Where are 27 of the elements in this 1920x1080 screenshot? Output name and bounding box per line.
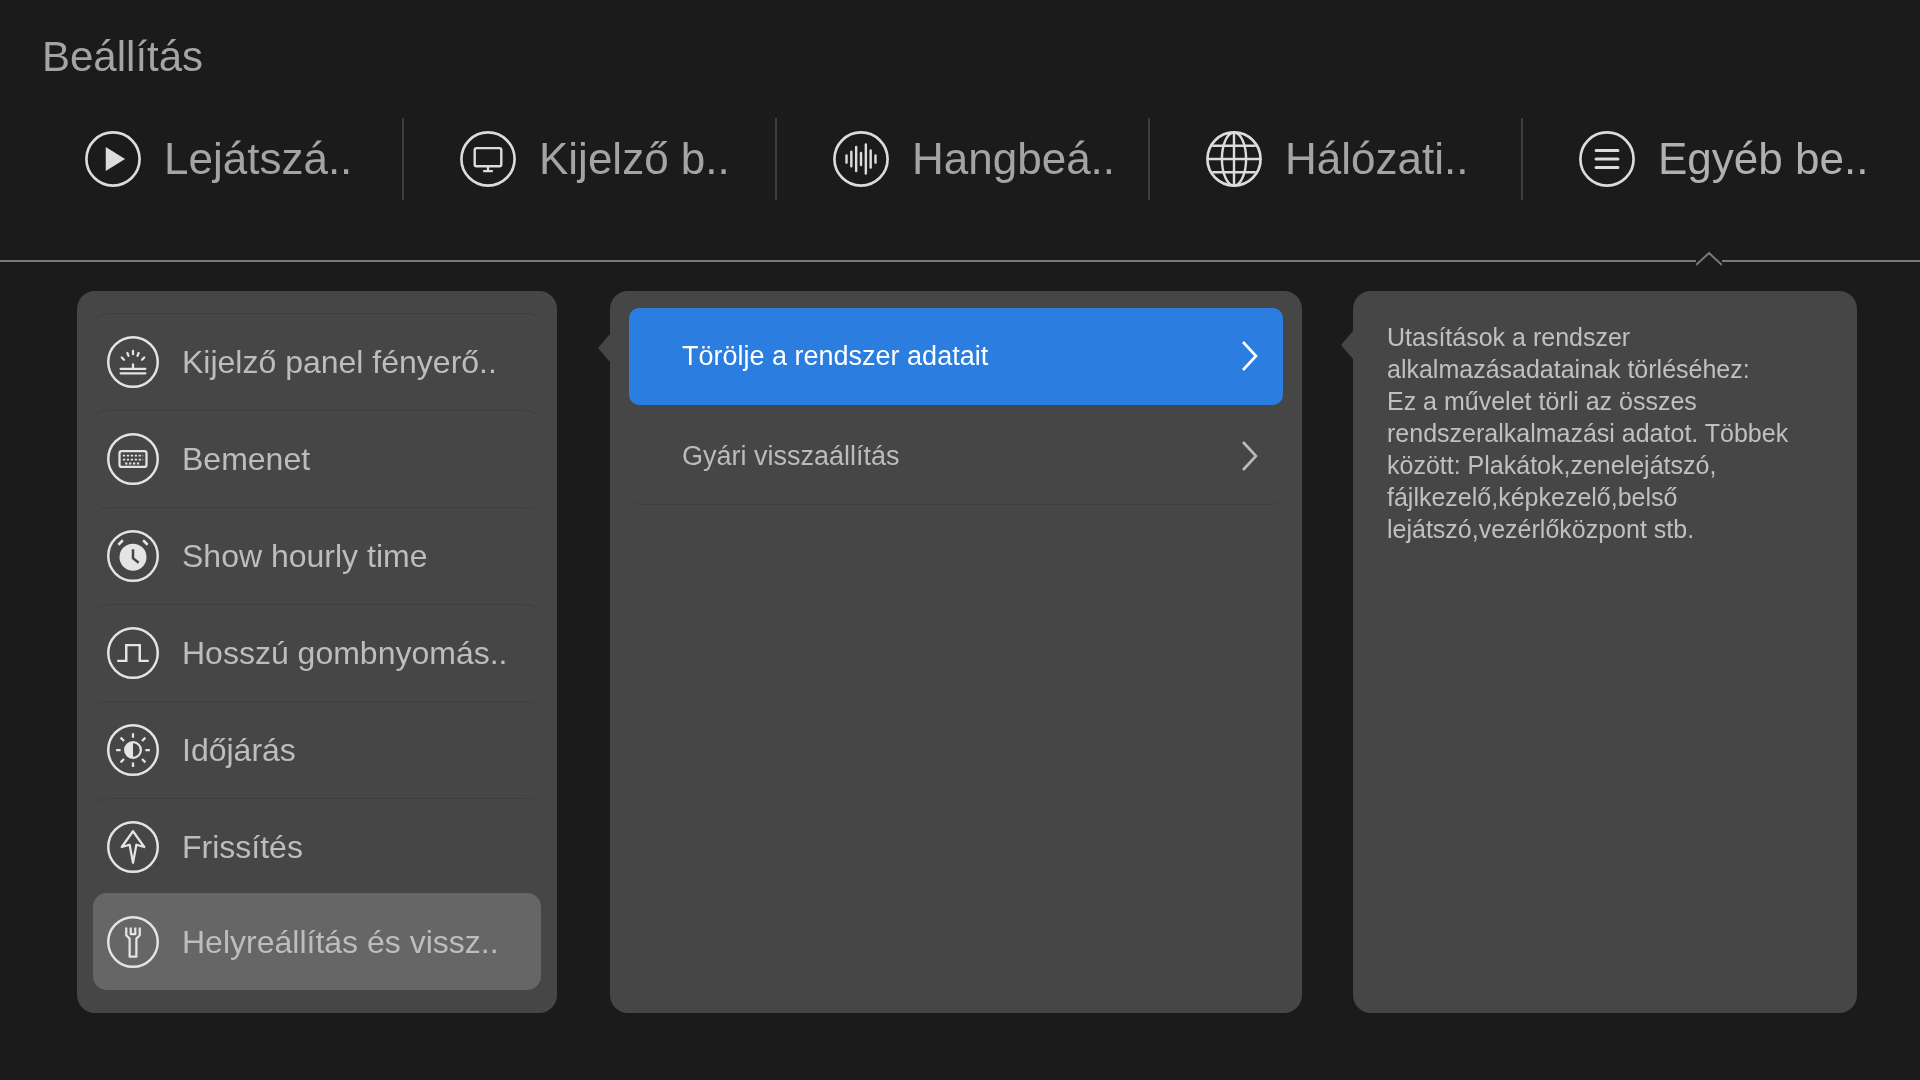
sound-wave-icon (832, 130, 890, 188)
sidebar-item[interactable]: Időjárás (93, 701, 541, 798)
category-tab[interactable]: Lejátszá.. (29, 118, 402, 200)
sidebar-item[interactable]: Hosszú gombnyomás.. (93, 604, 541, 701)
wrench-icon (106, 915, 160, 969)
category-tab[interactable]: Egyéb be.. (1521, 118, 1894, 200)
brightness-icon (106, 335, 160, 389)
sidebar-item[interactable]: Kijelző panel fényerő.. (93, 313, 541, 410)
category-tab[interactable]: Hangbeá.. (775, 118, 1148, 200)
alarm-clock-icon (106, 529, 160, 583)
play-icon (84, 130, 142, 188)
window-title: Beállítás (41, 32, 205, 82)
sidebar-item[interactable]: Helyreállítás és vissz.. (93, 893, 541, 990)
sun-icon (106, 723, 160, 777)
arrow-up-icon (106, 820, 160, 874)
sidebar-item[interactable]: Bemenet (93, 410, 541, 507)
category-tab[interactable]: Kijelző b.. (402, 118, 775, 200)
menu-icon (1578, 130, 1636, 188)
option-row[interactable]: Gyári visszaállítás (629, 408, 1283, 505)
pulse-wave-icon (106, 626, 160, 680)
category-tab[interactable]: Hálózati.. (1148, 118, 1521, 200)
option-row[interactable]: Törölje a rendszer adatait (629, 308, 1283, 405)
sidebar-item[interactable]: Show hourly time (93, 507, 541, 604)
monitor-icon (459, 130, 517, 188)
keyboard-icon (106, 432, 160, 486)
globe-icon (1205, 130, 1263, 188)
description-text: Utasítások a rendszer alkalmazásadatainak törléséhez: Ez a művelet törli az összes rendszeralkalmazási adatot. Többek között: Plakátok,zenelejátszó, fájlkezelő,képkezelő,belső lejátszó,vezérlőközpont stb. (1387, 322, 1790, 545)
